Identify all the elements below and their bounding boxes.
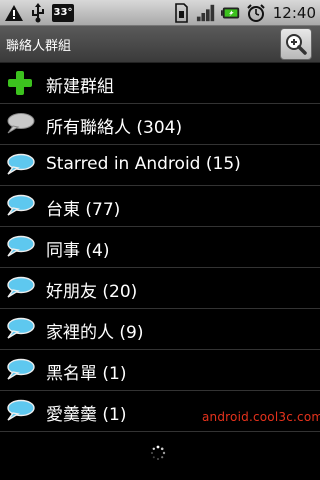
loading-spinner-icon — [151, 445, 166, 460]
list-item-label: Starred in Android (15) — [46, 154, 241, 174]
speech-bubble-blue-icon — [7, 153, 35, 175]
new-group-label: 新建群組 — [46, 77, 114, 97]
alarm-clock-icon — [246, 3, 266, 23]
search-button[interactable] — [280, 28, 312, 60]
speech-bubble-blue-icon — [7, 276, 35, 298]
page-title: 聯絡人群組 — [6, 39, 72, 54]
list-item[interactable]: 同事 (4) — [0, 227, 320, 268]
list-item[interactable]: Starred in Android (15) — [0, 145, 320, 186]
list-item[interactable]: 黑名單 (1) — [0, 350, 320, 391]
speech-bubble-blue-icon — [7, 317, 35, 339]
list-item[interactable]: 家裡的人 (9) — [0, 309, 320, 350]
list-item-label: 台東 (77) — [46, 200, 121, 220]
list-item[interactable]: 所有聯絡人 (304) — [0, 104, 320, 145]
usb-icon[interactable] — [28, 2, 48, 23]
signal-icon — [196, 3, 216, 23]
title-bar: 聯絡人群組 — [0, 26, 320, 63]
list-item-label: 所有聯絡人 (304) — [46, 118, 183, 138]
search-zoom-icon — [286, 34, 307, 55]
list-item-label: 好朋友 (20) — [46, 282, 138, 302]
list-item-label: 黑名單 (1) — [46, 364, 127, 384]
status-clock: 12:40 — [272, 3, 316, 22]
sim-card-icon — [171, 2, 191, 23]
list-item[interactable]: 台東 (77) — [0, 186, 320, 227]
list-item-label: 愛羹羹 (1) — [46, 405, 127, 425]
temperature-badge[interactable]: 33° — [52, 3, 74, 22]
watermark-text: android.cool3c.com — [202, 410, 320, 424]
battery-icon — [220, 3, 241, 23]
speech-bubble-blue-icon — [7, 235, 35, 257]
list-item-label: 同事 (4) — [46, 241, 110, 261]
status-bar[interactable]: 33° 12:40 — [0, 0, 320, 26]
list-item-label: 家裡的人 (9) — [46, 323, 144, 343]
warning-icon[interactable] — [4, 3, 24, 23]
add-plus-icon — [8, 71, 32, 95]
group-list: 新建群組 所有聯絡人 (304) Starred in Android (15)… — [0, 63, 320, 432]
speech-bubble-blue-icon — [7, 358, 35, 380]
speech-bubble-gray-icon — [7, 113, 35, 134]
new-group-row[interactable]: 新建群組 — [0, 63, 320, 104]
speech-bubble-blue-icon — [7, 399, 35, 421]
speech-bubble-blue-icon — [7, 194, 35, 216]
list-item[interactable]: 好朋友 (20) — [0, 268, 320, 309]
